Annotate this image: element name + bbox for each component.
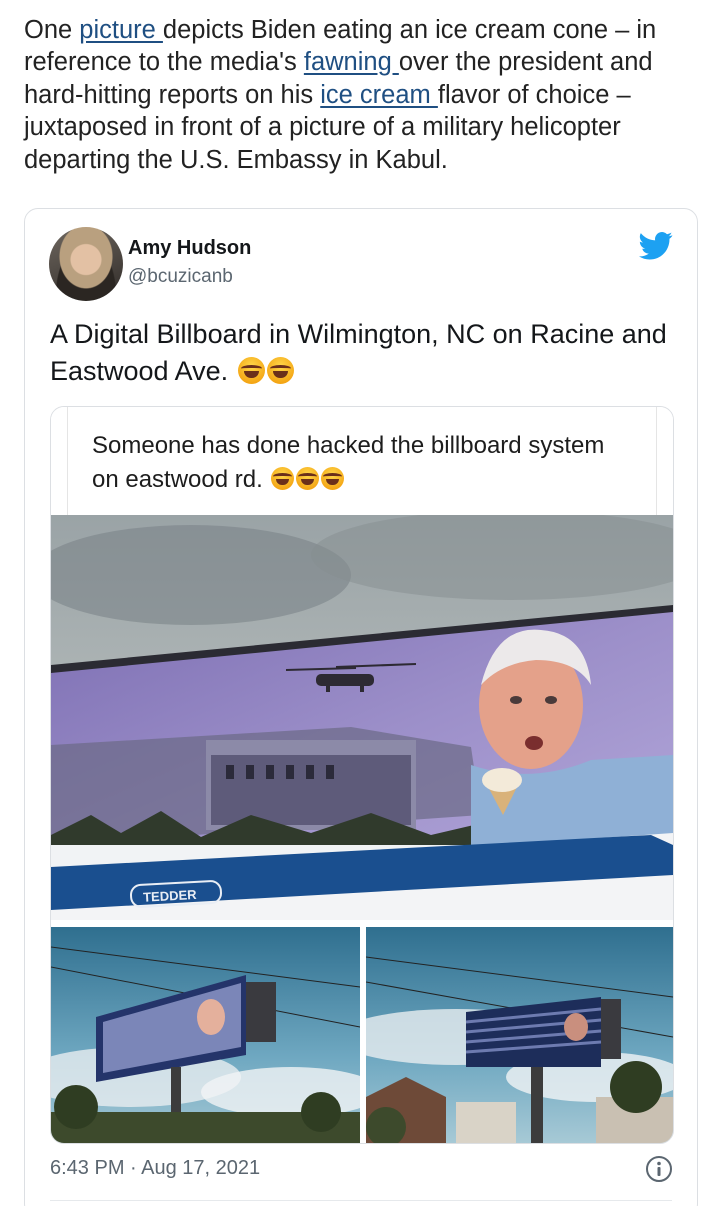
embedded-post-screenshot: Someone has done hacked the billboard sy… — [51, 407, 673, 515]
laughing-emoji — [266, 356, 294, 384]
ice-cream-link[interactable]: ice cream — [320, 81, 438, 109]
divider — [67, 407, 68, 515]
billboard-closeup-photo[interactable]: TEDDER — [51, 515, 673, 920]
tweet-timestamp[interactable]: 6:43 PM · Aug 17, 2021 — [50, 1157, 260, 1180]
embedded-tweet[interactable]: Amy Hudson @bcuzicanb A Digital Billboar… — [24, 208, 698, 1206]
laughing-emoji — [296, 467, 320, 490]
billboard-brand: TEDDER — [143, 887, 198, 905]
author-name[interactable]: Amy Hudson — [128, 237, 251, 260]
tweet-body: A Digital Billboard in Wilmington, NC on… — [50, 319, 667, 386]
info-icon[interactable] — [645, 1155, 673, 1183]
laughing-emoji — [321, 467, 345, 490]
tweet-text: A Digital Billboard in Wilmington, NC on… — [50, 316, 680, 389]
picture-link[interactable]: picture — [79, 16, 163, 44]
divider — [656, 407, 657, 515]
tweet-media[interactable]: Someone has done hacked the billboard sy… — [50, 406, 674, 1144]
laughing-emoji — [271, 467, 295, 490]
author-handle[interactable]: @bcuzicanb — [128, 266, 233, 288]
billboard-distant-photo-left[interactable] — [51, 927, 360, 1144]
article-text-1: One — [24, 16, 80, 44]
fawning-link[interactable]: fawning — [304, 48, 399, 76]
twitter-bird-icon[interactable] — [639, 231, 673, 261]
divider — [50, 1200, 672, 1201]
embedded-post-text: Someone has done hacked the billboard sy… — [92, 429, 612, 497]
avatar[interactable] — [49, 227, 123, 301]
article-paragraph: One picture depicts Biden eating an ice … — [24, 14, 696, 176]
billboard-distant-photo-right[interactable] — [366, 927, 673, 1144]
laughing-emoji — [237, 356, 265, 384]
embedded-post-body: Someone has done hacked the billboard sy… — [92, 432, 605, 493]
